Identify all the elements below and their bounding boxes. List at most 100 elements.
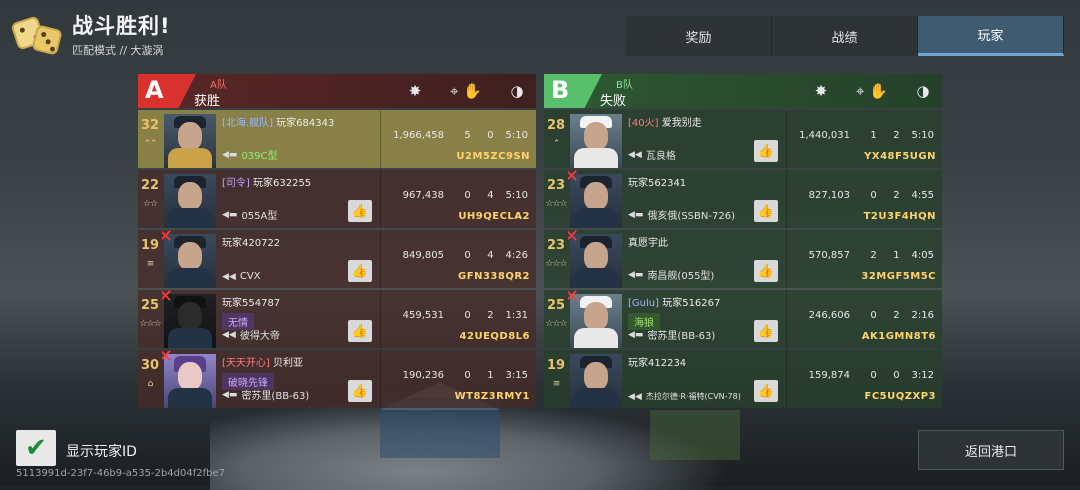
ship-type-icon: ◀▬: [628, 269, 644, 280]
thumbs-up-icon[interactable]: 👍: [348, 260, 372, 282]
ship-type-icon: ◀▬: [628, 209, 644, 220]
player-name: 玩家684343: [276, 118, 335, 129]
thumbs-up-icon[interactable]: 👍: [754, 200, 778, 222]
assists-value: 1: [487, 370, 494, 381]
ship-type-icon: ◀▬: [222, 149, 238, 160]
checkmark-icon: ✔: [25, 433, 47, 463]
player-level: 22: [140, 178, 160, 193]
time-value: 4:05: [911, 250, 934, 261]
player-name: 玩家412234: [628, 358, 687, 369]
player-row[interactable]: 19 ≡ ✕ 玩家420722 ◀◀ CVX 👍 849,805 0 4 4:26 GFN…: [138, 230, 536, 288]
match-mode: 匹配模式: [72, 44, 116, 57]
clan-tag: [Gulu]: [628, 298, 660, 309]
thumbs-up-icon[interactable]: 👍: [754, 380, 778, 402]
player-row[interactable]: 23 ☆☆☆ ✕ 玩家562341 ◀▬ 俄亥俄(SSBN-726) 👍 827,1…: [544, 170, 942, 228]
destroyed-icon: ✕: [162, 350, 174, 367]
kills-value: 0: [464, 310, 471, 321]
rank-icon: ⌃: [552, 139, 560, 149]
avatar: [568, 110, 624, 168]
tab-record[interactable]: 战绩: [772, 16, 918, 56]
return-port-button[interactable]: 返回港口: [918, 430, 1064, 470]
rank-icon: ≡: [146, 259, 154, 269]
player-name: 玩家420722: [222, 238, 281, 249]
clan-tag: [天天开心]: [222, 358, 270, 369]
destroyed-icon: ✕: [162, 290, 174, 307]
destroyed-icon: ✕: [568, 290, 580, 307]
ship-name: 055A型: [241, 211, 278, 222]
rank-icon: ☆☆☆: [545, 199, 567, 209]
kills-value: 0: [870, 370, 877, 381]
ship-type-icon: ◀◀: [222, 271, 236, 282]
assists-value: 2: [893, 190, 900, 201]
tab-rewards[interactable]: 奖励: [626, 16, 772, 56]
avatar: ✕: [568, 290, 624, 348]
kills-value: 0: [870, 190, 877, 201]
ship-name: 039C型: [241, 151, 278, 162]
separator: //: [119, 44, 127, 57]
time-value: 4:55: [911, 190, 934, 201]
match-info: 匹配模式 // 大漩涡: [72, 42, 171, 58]
tab-players[interactable]: 玩家: [918, 16, 1064, 56]
result-header: 战斗胜利! 匹配模式 // 大漩涡: [10, 10, 171, 58]
player-id: 42UEQD8L6: [459, 331, 530, 342]
avatar: [568, 350, 624, 408]
ship-name: 俄亥俄(SSBN-726): [647, 211, 735, 222]
player-row[interactable]: 25 ☆☆☆ ✕ [Gulu] 玩家516267 海狼 ◀▬ 密苏里(BB-63) …: [544, 290, 942, 348]
player-row[interactable]: 32 ⌃⌃ [北海.舰队] 玩家684343 ◀▬ 039C型 1,966,458 5…: [138, 110, 536, 168]
thumbs-up-icon[interactable]: 👍: [754, 260, 778, 282]
team-a-header: A A队 获胜 ✸ ⌖ ✋ ◑: [138, 74, 536, 109]
team-a-result: 获胜: [194, 94, 221, 109]
destroyed-icon: ✕: [162, 230, 174, 247]
player-row[interactable]: 19 ≡ 玩家412234 ◀◀ 杰拉尔德·R·福特(CVN-78) 👍 159,8…: [544, 350, 942, 408]
player-row[interactable]: 28 ⌃ [40火] 爱我别走 ◀◀ 瓦良格 👍 1,440,031 1 2 5:10 Y…: [544, 110, 942, 168]
damage-value: 967,438: [402, 190, 444, 201]
thumbs-up-icon[interactable]: 👍: [348, 320, 372, 342]
ship-name: 彼得大帝: [239, 331, 280, 342]
player-row[interactable]: 25 ☆☆☆ ✕ 玩家554787 无情 ◀◀ 彼得大帝 👍 459,531 0 2 1:…: [138, 290, 536, 348]
show-id-label: 显示玩家ID: [66, 444, 137, 460]
assists-value: 2: [893, 310, 900, 321]
damage-value: 459,531: [402, 310, 444, 321]
thumbs-up-icon[interactable]: 👍: [348, 380, 372, 402]
rank-icon: ⌃⌃: [143, 139, 157, 149]
player-id: AK1GMN8T6: [861, 331, 936, 342]
time-value: 1:31: [505, 310, 528, 321]
avatar: [162, 170, 218, 228]
player-name: 玩家562341: [628, 178, 687, 189]
player-level: 30: [140, 358, 160, 373]
player-row[interactable]: 23 ☆☆☆ ✕ 真愿宇此 ◀▬ 南昌舰(055型) 👍 570,857 2 1 4:05…: [544, 230, 942, 288]
team-a-name: A队: [210, 80, 227, 91]
player-level: 19: [546, 358, 566, 373]
time-value: 5:10: [505, 130, 528, 141]
time-icon: ◑: [916, 82, 930, 100]
damage-value: 1,966,458: [393, 130, 444, 141]
ship-name: 密苏里(BB-63): [647, 331, 716, 342]
assists-value: 0: [487, 130, 494, 141]
player-row[interactable]: 30 ⌂ ✕ [天天开心] 贝利亚 破晓先锋 ◀▬ 密苏里(BB-63) 👍 190…: [138, 350, 536, 408]
thumbs-up-icon[interactable]: 👍: [754, 320, 778, 342]
team-b-panel: B B队 失败 ✸ ⌖ ✋ ◑ 28 ⌃ [40火] 爱我别走 ◀◀ 瓦良格 👍 1…: [544, 74, 942, 412]
house-green: [650, 410, 740, 460]
damage-value: 159,874: [808, 370, 850, 381]
damage-icon: ✸: [408, 82, 422, 100]
player-id: FC5UQZXP3: [864, 391, 936, 402]
clan-tag: [40火]: [628, 118, 659, 129]
assists-value: 0: [893, 370, 900, 381]
clan-tag: [北海.舰队]: [222, 118, 273, 129]
avatar: ✕: [162, 290, 218, 348]
player-id: GFN338QR2: [458, 271, 530, 282]
thumbs-up-icon[interactable]: 👍: [754, 140, 778, 162]
avatar: ✕: [568, 230, 624, 288]
ship-name: 杰拉尔德·R·福特(CVN-78): [645, 392, 741, 401]
thumbs-up-icon[interactable]: 👍: [348, 200, 372, 222]
map-name: 大漩涡: [130, 44, 164, 57]
player-row[interactable]: 22 ☆☆ [司令] 玩家632255 ◀▬ 055A型 👍 967,438 0 4 5:…: [138, 170, 536, 228]
team-b-badge: B: [544, 74, 602, 108]
player-level: 28: [546, 118, 566, 133]
avatar: [162, 110, 218, 168]
show-id-checkbox[interactable]: ✔: [16, 430, 56, 466]
ship-name: 瓦良格: [645, 151, 676, 162]
team-b-result: 失败: [600, 94, 627, 109]
damage-value: 1,440,031: [799, 130, 850, 141]
kills-value: 5: [464, 130, 471, 141]
